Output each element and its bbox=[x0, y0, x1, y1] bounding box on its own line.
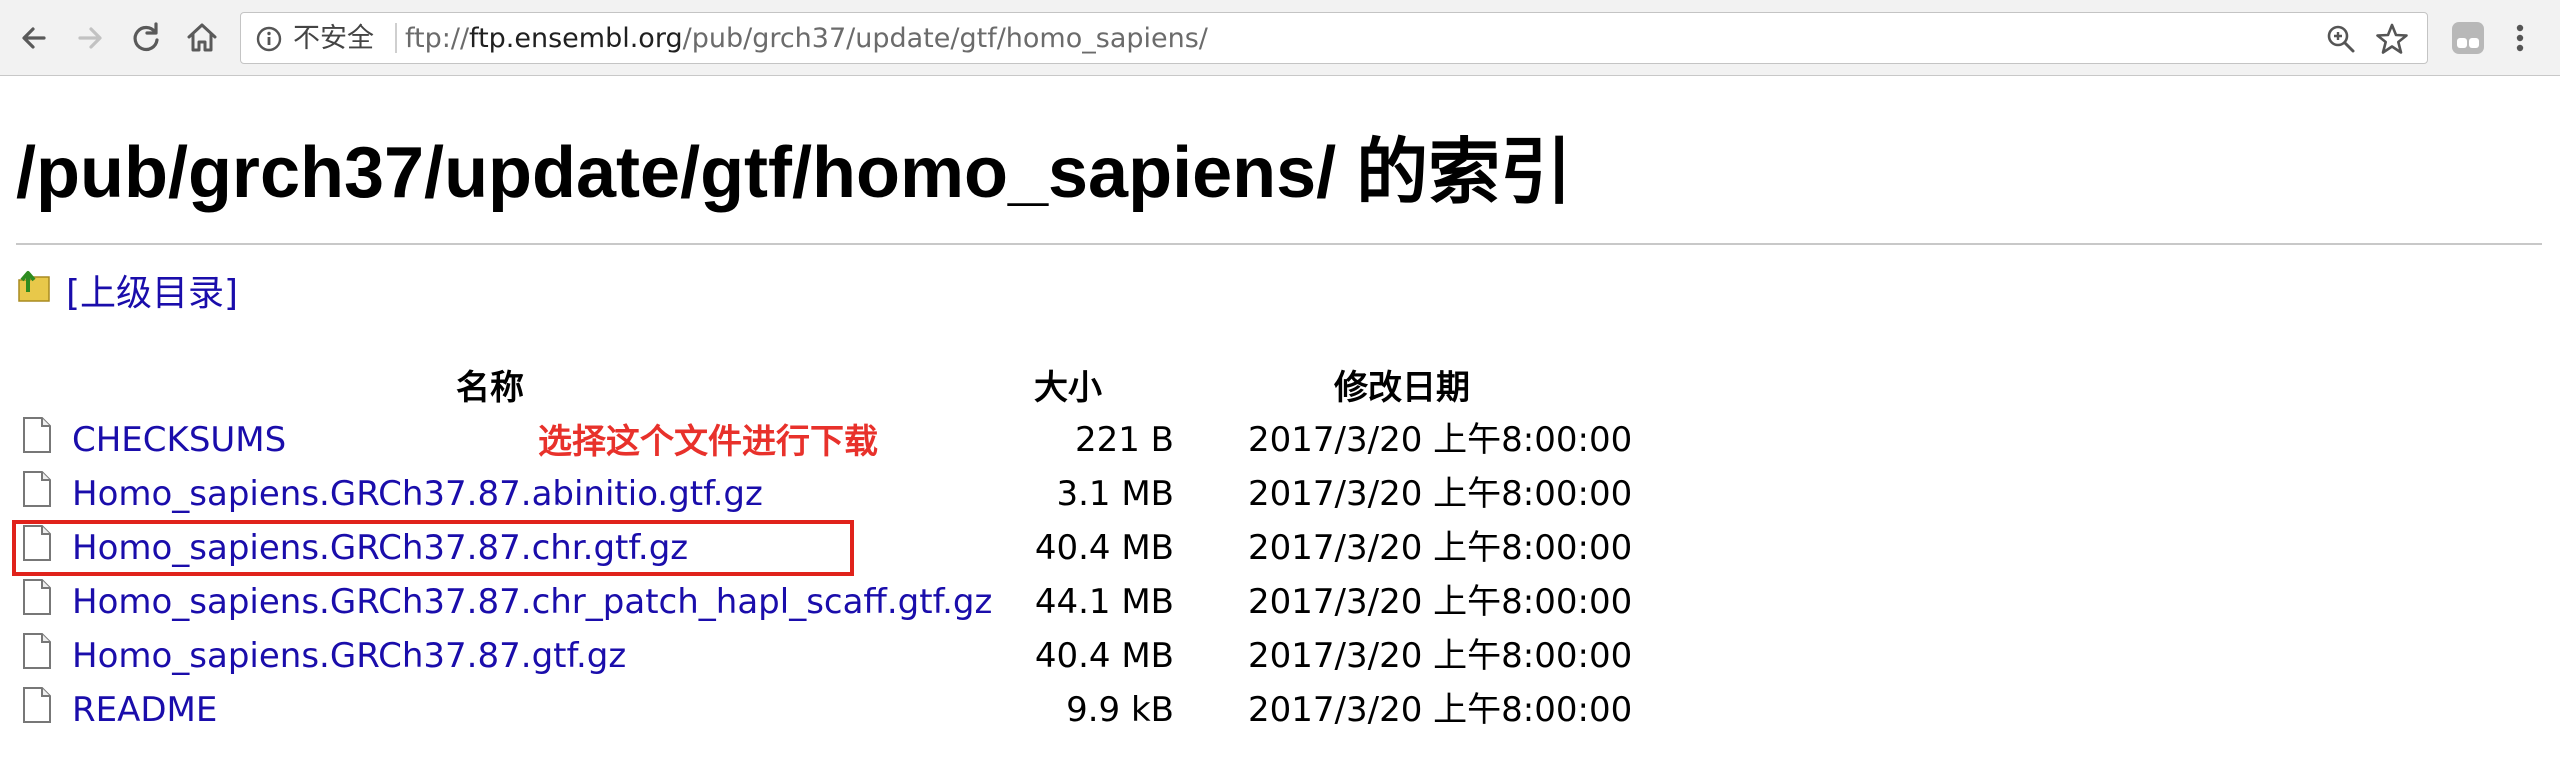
file-date: 2017/3/20 上午8:00:00 bbox=[1248, 474, 1633, 514]
file-icon bbox=[23, 633, 51, 669]
file-link[interactable]: Homo_sapiens.GRCh37.87.gtf.gz bbox=[72, 634, 626, 678]
file-icon bbox=[23, 417, 51, 453]
forward-arrow-icon bbox=[78, 27, 102, 49]
annotation-highlight-box bbox=[12, 520, 854, 576]
file-link[interactable]: CHECKSUMS bbox=[72, 418, 286, 462]
title-divider bbox=[16, 243, 2542, 245]
file-size: 221 B bbox=[1074, 420, 1174, 460]
file-icon bbox=[23, 579, 51, 615]
reload-icon bbox=[133, 22, 159, 52]
url-scheme: ftp:// bbox=[405, 23, 470, 54]
home-button[interactable] bbox=[182, 18, 222, 58]
back-arrow-icon bbox=[22, 27, 46, 49]
file-row: README 9.9 kB 2017/3/20 上午8:00:00 bbox=[0, 684, 1700, 738]
file-size: 44.1 MB bbox=[1034, 582, 1174, 622]
folder-up-icon[interactable] bbox=[16, 268, 52, 304]
file-size: 40.4 MB bbox=[1034, 528, 1174, 568]
annotation-note: 选择这个文件进行下载 bbox=[538, 422, 878, 462]
file-link[interactable]: Homo_sapiens.GRCh37.87.abinitio.gtf.gz bbox=[72, 472, 763, 516]
file-icon bbox=[23, 687, 51, 723]
extension-icon[interactable] bbox=[2448, 18, 2488, 58]
page-title: /pub/grch37/update/gtf/homo_sapiens/ 的索引 bbox=[16, 133, 1573, 213]
file-row: Homo_sapiens.GRCh37.87.gtf.gz 40.4 MB 20… bbox=[0, 630, 1700, 684]
url-host: ftp.ensembl.org bbox=[469, 23, 683, 54]
browser-toolbar: 不安全 ftp://ftp.ensembl.org/pub/grch37/upd… bbox=[0, 0, 2560, 76]
forward-button[interactable] bbox=[70, 18, 110, 58]
file-date: 2017/3/20 上午8:00:00 bbox=[1248, 528, 1633, 568]
file-size: 3.1 MB bbox=[1056, 474, 1174, 514]
url-text[interactable]: ftp://ftp.ensembl.org/pub/grch37/update/… bbox=[405, 23, 1208, 55]
file-link[interactable]: README bbox=[72, 688, 217, 732]
url-separator bbox=[395, 23, 397, 53]
file-icon bbox=[23, 471, 51, 507]
security-label: 不安全 bbox=[293, 23, 374, 54]
url-path: /pub/grch37/update/gtf/homo_sapiens/ bbox=[682, 23, 1208, 54]
back-button[interactable] bbox=[14, 18, 54, 58]
file-link[interactable]: Homo_sapiens.GRCh37.87.chr_patch_hapl_sc… bbox=[72, 580, 992, 624]
menu-dots-icon[interactable] bbox=[2510, 18, 2530, 58]
file-date: 2017/3/20 上午8:00:00 bbox=[1248, 690, 1633, 730]
parent-directory-link[interactable]: [上级目录] bbox=[66, 272, 238, 316]
reload-button[interactable] bbox=[126, 18, 166, 58]
file-row: Homo_sapiens.GRCh37.87.chr_patch_hapl_sc… bbox=[0, 576, 1700, 630]
file-row: Homo_sapiens.GRCh37.87.abinitio.gtf.gz 3… bbox=[0, 468, 1700, 522]
star-icon[interactable] bbox=[2375, 22, 2409, 56]
file-date: 2017/3/20 上午8:00:00 bbox=[1248, 636, 1633, 676]
column-header-name[interactable]: 名称 bbox=[456, 366, 524, 410]
column-header-date[interactable]: 修改日期 bbox=[1334, 366, 1470, 410]
file-size: 9.9 kB bbox=[1066, 690, 1174, 730]
column-header-size[interactable]: 大小 bbox=[1034, 366, 1102, 410]
address-bar[interactable]: 不安全 ftp://ftp.ensembl.org/pub/grch37/upd… bbox=[240, 12, 2428, 64]
home-icon bbox=[187, 23, 217, 52]
file-date: 2017/3/20 上午8:00:00 bbox=[1248, 420, 1633, 460]
info-icon[interactable] bbox=[255, 25, 283, 53]
zoom-icon[interactable] bbox=[2325, 23, 2357, 55]
file-date: 2017/3/20 上午8:00:00 bbox=[1248, 582, 1633, 622]
file-size: 40.4 MB bbox=[1034, 636, 1174, 676]
